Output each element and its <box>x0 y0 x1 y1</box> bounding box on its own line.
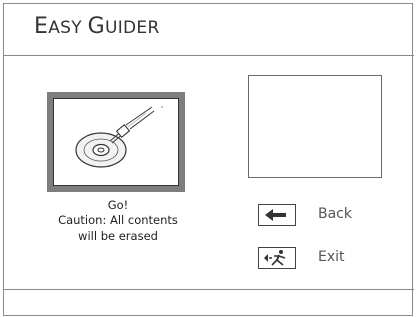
header-divider <box>4 55 414 56</box>
title-part: UIDER <box>104 18 160 38</box>
exit-running-man-icon <box>264 250 286 266</box>
title-part: E <box>34 14 49 39</box>
caption-go: Go! <box>107 198 129 212</box>
caption-warning-cont: will be erased <box>78 229 158 243</box>
thumbnail-canvas <box>53 98 179 186</box>
go-option-thumbnail[interactable] <box>47 92 185 192</box>
disc-burn-icon <box>75 106 163 168</box>
back-label[interactable]: Back <box>318 206 352 222</box>
footer-divider <box>4 289 414 290</box>
preview-panel <box>248 75 382 178</box>
exit-button[interactable] <box>258 247 296 269</box>
caption-warning: Caution: All contents <box>58 213 178 227</box>
arrow-left-icon <box>265 209 286 221</box>
page-title: EASY GUIDER <box>34 14 160 39</box>
title-part: G <box>87 14 105 39</box>
exit-label[interactable]: Exit <box>318 249 345 265</box>
back-button[interactable] <box>258 204 296 226</box>
title-part: ASY <box>48 18 88 38</box>
